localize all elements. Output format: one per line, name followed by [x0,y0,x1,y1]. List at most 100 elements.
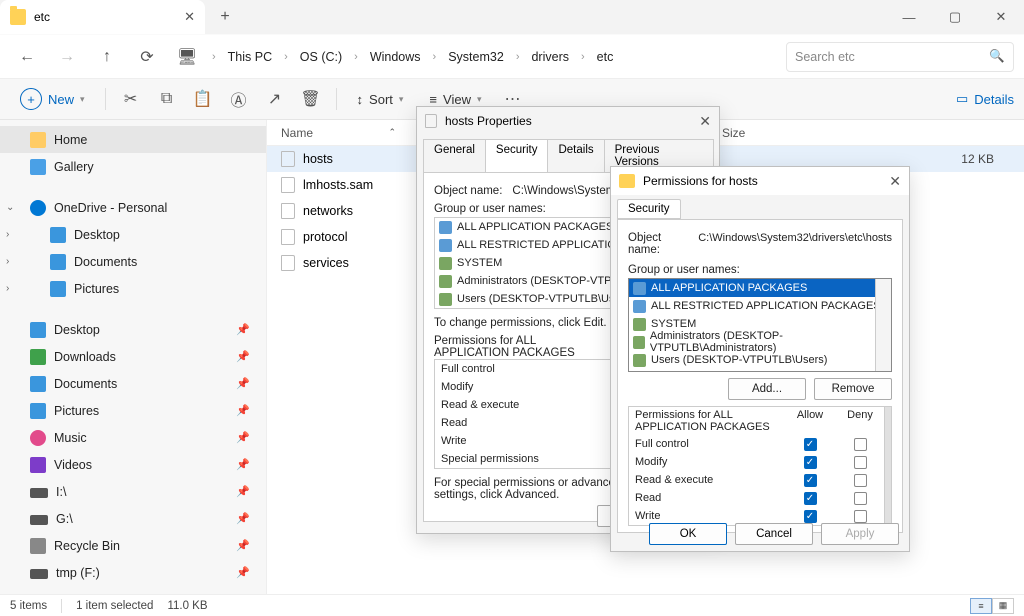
details-icon: ▭ [956,91,968,107]
file-icon [281,151,295,167]
dialog-titlebar[interactable]: hosts Properties ✕ [417,107,719,135]
cancel-button[interactable]: Cancel [735,523,813,545]
sidebar-documents[interactable]: Documents📌 [0,370,266,397]
tab-general[interactable]: General [423,139,486,172]
apply-button[interactable]: Apply [821,523,899,545]
search-placeholder: Search etc [795,50,855,64]
back-button[interactable]: ← [10,40,44,74]
cut-icon[interactable]: ✂ [116,84,146,114]
close-icon[interactable]: ✕ [889,173,901,190]
sidebar-videos[interactable]: Videos📌 [0,451,266,478]
documents-icon [30,376,46,392]
tab-close-icon[interactable]: ✕ [184,9,195,25]
view-icons-button[interactable]: ▦ [992,598,1014,614]
advanced-hint: For special permissions or advanced sett… [434,477,634,501]
deny-checkbox[interactable] [854,438,867,451]
dialog-titlebar[interactable]: Permissions for hosts ✕ [611,167,909,195]
share-icon[interactable]: ↗ [260,84,290,114]
allow-checkbox[interactable]: ✓ [804,456,817,469]
group-item-selected[interactable]: ALL APPLICATION PACKAGES [629,279,891,297]
sidebar-home[interactable]: Home [0,126,266,153]
allow-checkbox[interactable]: ✓ [804,510,817,523]
sidebar-music[interactable]: Music📌 [0,424,266,451]
tab-security[interactable]: Security [485,139,549,172]
tab-details[interactable]: Details [547,139,604,172]
sidebar-od-documents[interactable]: ›Documents [0,248,266,275]
permissions-for-label: Permissions for ALL APPLICATION PACKAGES [635,409,785,433]
crumb-osc[interactable]: OS (C:) [296,48,346,66]
sidebar-recycle-bin[interactable]: Recycle Bin📌 [0,532,266,559]
group-listbox[interactable]: ALL APPLICATION PACKAGES ALL RESTRICTED … [628,278,892,372]
sidebar-drive-g[interactable]: G:\📌 [0,505,266,532]
status-size: 11.0 KB [167,600,207,612]
forward-button[interactable]: → [50,40,84,74]
pin-icon: 📌 [236,323,250,336]
documents-icon [50,254,66,270]
tab-etc[interactable]: etc ✕ [0,0,205,34]
col-size[interactable]: Size [722,126,784,140]
copy-icon[interactable]: ⧉ [152,84,182,114]
col-name[interactable]: Name [281,126,313,140]
sidebar-desktop[interactable]: Desktop📌 [0,316,266,343]
deny-checkbox[interactable] [854,456,867,469]
add-button[interactable]: Add... [728,378,806,400]
tab-security[interactable]: Security [617,199,681,219]
permission-row: Modify✓ [629,453,891,471]
allow-checkbox[interactable]: ✓ [804,438,817,451]
crumb-thispc[interactable]: This PC [224,48,276,66]
view-details-button[interactable]: ≡ [970,598,992,614]
paste-icon[interactable]: 📋 [188,84,218,114]
close-icon[interactable]: ✕ [699,113,711,130]
permission-row: Read & execute✓ [629,471,891,489]
sidebar-od-desktop[interactable]: ›Desktop [0,221,266,248]
sidebar-pictures[interactable]: Pictures📌 [0,397,266,424]
scrollbar[interactable] [875,279,891,371]
new-button[interactable]: + New ▾ [10,84,95,114]
dialog-title: hosts Properties [445,114,532,128]
deny-checkbox[interactable] [854,492,867,505]
crumb-drivers[interactable]: drivers [527,48,573,66]
crumb-etc[interactable]: etc [593,48,618,66]
sidebar-onedrive[interactable]: ⌄OneDrive - Personal [0,194,266,221]
crumb-system32[interactable]: System32 [444,48,508,66]
sidebar-od-pictures[interactable]: ›Pictures [0,275,266,302]
group-item[interactable]: ALL RESTRICTED APPLICATION PACKAGES [629,297,891,315]
refresh-button[interactable]: ⟳ [130,40,164,74]
sort-button[interactable]: ↕ Sort ▾ [347,84,414,114]
sidebar-drive-i[interactable]: I:\📌 [0,478,266,505]
allow-checkbox[interactable]: ✓ [804,492,817,505]
music-icon [30,430,46,446]
crumb-windows[interactable]: Windows [366,48,425,66]
remove-button[interactable]: Remove [814,378,892,400]
deny-checkbox[interactable] [854,474,867,487]
sidebar-tmp[interactable]: tmp (F:)📌 [0,559,266,586]
allow-checkbox[interactable]: ✓ [804,474,817,487]
chevron-down-icon[interactable]: ⌄ [6,202,14,213]
downloads-icon [30,349,46,365]
delete-icon[interactable]: 🗑 [296,84,326,114]
search-icon: 🔍 [989,49,1005,64]
monitor-icon[interactable]: 🖥 [170,40,204,74]
file-icon [281,229,295,245]
user-icon [633,318,646,331]
cloud-icon [30,200,46,216]
permission-row: Read✓ [629,489,891,507]
scrollbar[interactable] [884,407,891,525]
drive-icon [30,515,48,525]
details-pane-button[interactable]: ▭ Details [956,91,1014,107]
new-tab-button[interactable]: + [205,0,245,34]
ok-button[interactable]: OK [649,523,727,545]
sidebar-gallery[interactable]: Gallery [0,153,266,180]
group-item[interactable]: Administrators (DESKTOP-VTPUTLB\Administ… [629,333,891,351]
sidebar-downloads[interactable]: Downloads📌 [0,343,266,370]
recycle-bin-icon [30,538,46,554]
close-window-button[interactable]: ✕ [978,0,1024,34]
maximize-button[interactable]: ▢ [932,0,978,34]
up-button[interactable]: ↑ [90,40,124,74]
rename-icon[interactable]: Ⓐ [224,84,254,114]
deny-checkbox[interactable] [854,510,867,523]
window-controls: — ▢ ✕ [886,0,1024,34]
desktop-icon [30,322,46,338]
minimize-button[interactable]: — [886,0,932,34]
search-input[interactable]: Search etc 🔍 [786,42,1014,72]
